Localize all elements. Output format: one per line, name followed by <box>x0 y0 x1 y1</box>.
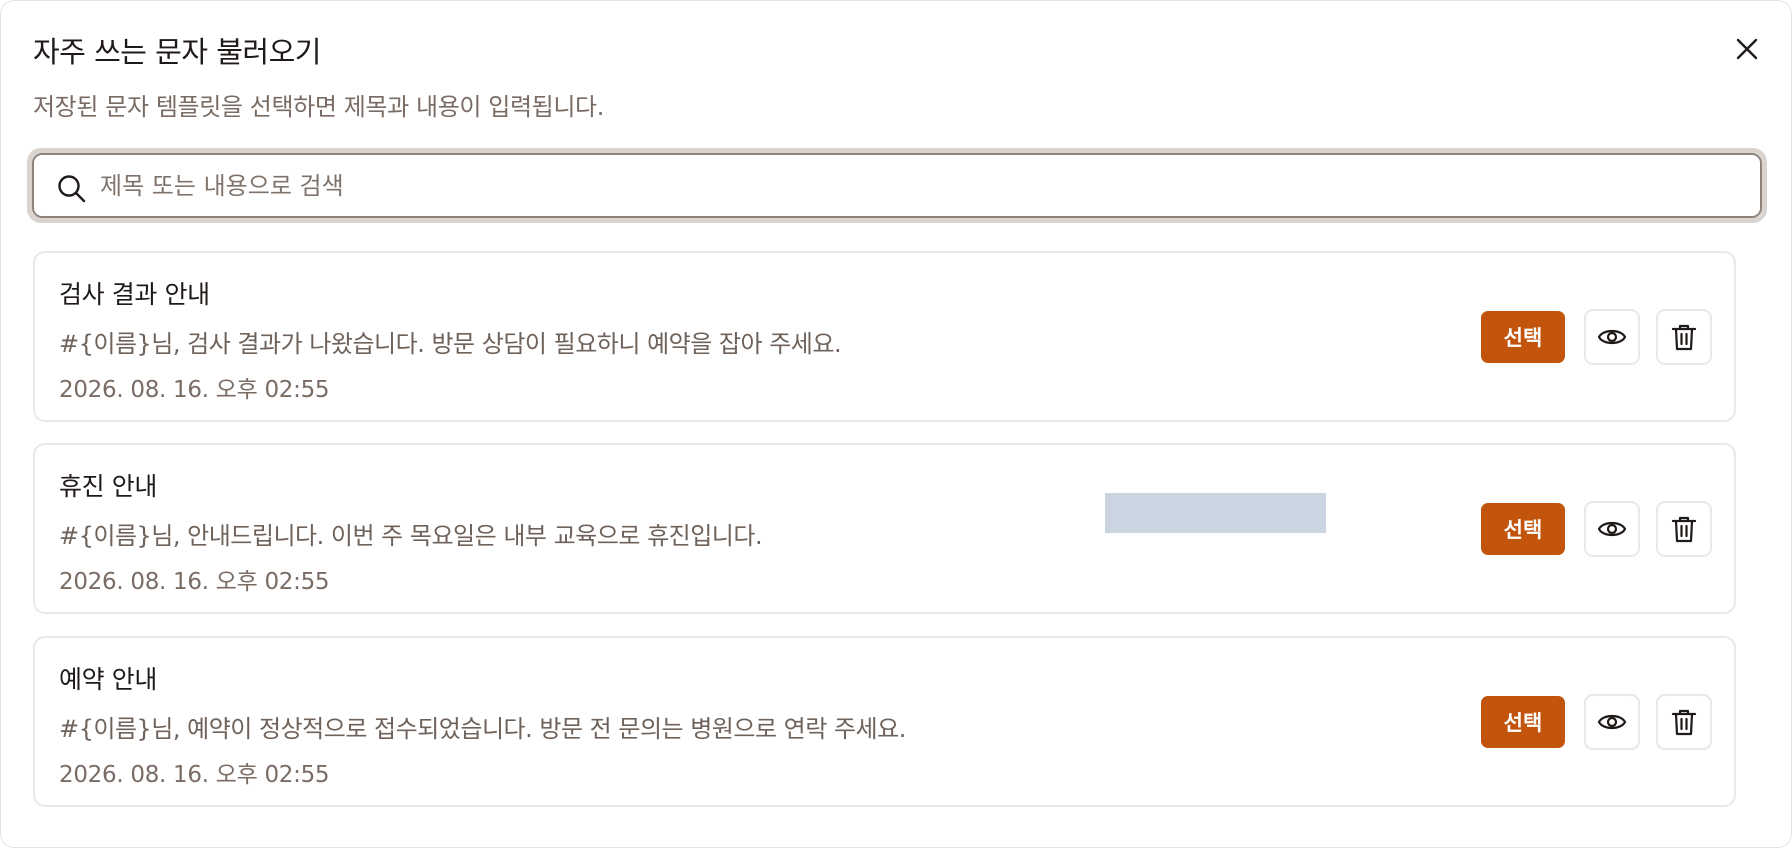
template-date: 2026. 08. 16. 오후 02:55 <box>59 762 330 788</box>
search-box <box>27 148 1767 223</box>
close-icon <box>1736 38 1758 60</box>
close-button[interactable] <box>1727 29 1767 69</box>
template-date: 2026. 08. 16. 오후 02:55 <box>59 569 330 595</box>
template-body: #{이름}님, 안내드립니다. 이번 주 목요일은 내부 교육으로 휴진입니다. <box>59 522 763 550</box>
select-button[interactable]: 선택 <box>1481 696 1565 748</box>
delete-button[interactable] <box>1656 309 1712 365</box>
trash-icon <box>1671 324 1697 351</box>
dialog-title: 자주 쓰는 문자 불러오기 <box>33 35 321 69</box>
template-title: 검사 결과 안내 <box>59 280 210 309</box>
select-button[interactable]: 선택 <box>1481 503 1565 555</box>
eye-icon <box>1597 521 1627 537</box>
select-button[interactable]: 선택 <box>1481 311 1565 363</box>
template-title: 휴진 안내 <box>59 472 157 501</box>
preview-button[interactable] <box>1584 501 1640 557</box>
template-body: #{이름}님, 검사 결과가 나왔습니다. 방문 상담이 필요하니 예약을 잡아… <box>59 330 842 358</box>
template-dialog: 자주 쓰는 문자 불러오기 저장된 문자 템플릿을 선택하면 제목과 내용이 입… <box>0 0 1792 848</box>
search-input[interactable] <box>100 161 1744 211</box>
eye-icon <box>1597 329 1627 345</box>
template-title: 예약 안내 <box>59 665 157 694</box>
template-card: 검사 결과 안내 #{이름}님, 검사 결과가 나왔습니다. 방문 상담이 필요… <box>33 251 1736 422</box>
template-card: 예약 안내 #{이름}님, 예약이 정상적으로 접수되었습니다. 방문 전 문의… <box>33 636 1736 807</box>
trash-icon <box>1671 709 1697 736</box>
preview-button[interactable] <box>1584 694 1640 750</box>
search-icon <box>58 175 86 203</box>
template-date: 2026. 08. 16. 오후 02:55 <box>59 377 330 403</box>
delete-button[interactable] <box>1656 694 1712 750</box>
placeholder-block <box>1105 493 1326 533</box>
eye-icon <box>1597 714 1627 730</box>
template-card: 휴진 안내 #{이름}님, 안내드립니다. 이번 주 목요일은 내부 교육으로 … <box>33 443 1736 614</box>
preview-button[interactable] <box>1584 309 1640 365</box>
template-body: #{이름}님, 예약이 정상적으로 접수되었습니다. 방문 전 문의는 병원으로… <box>59 715 906 743</box>
delete-button[interactable] <box>1656 501 1712 557</box>
trash-icon <box>1671 516 1697 543</box>
dialog-subtitle: 저장된 문자 템플릿을 선택하면 제목과 내용이 입력됩니다. <box>33 93 604 121</box>
